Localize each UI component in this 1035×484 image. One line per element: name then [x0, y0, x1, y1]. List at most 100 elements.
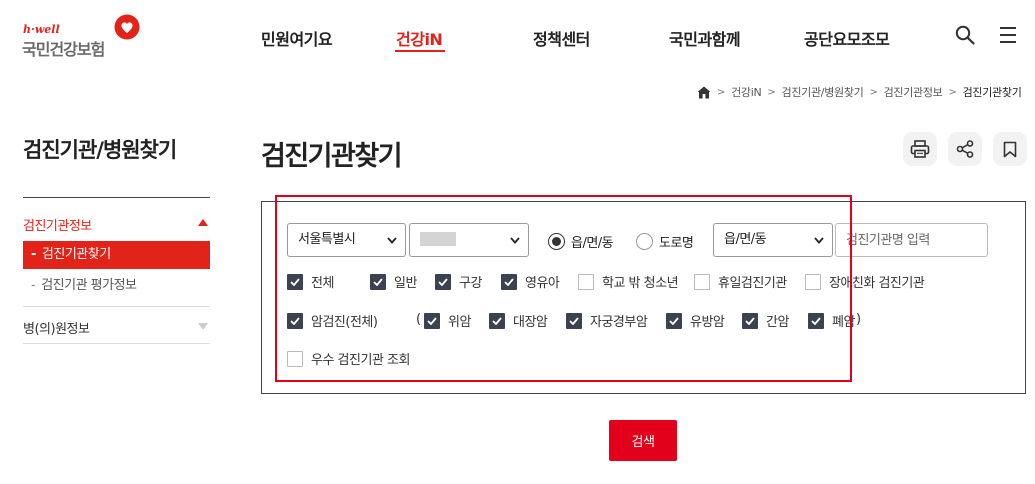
- breadcrumb-item[interactable]: 검진기관정보: [884, 84, 943, 100]
- checkbox-unchecked-icon: [287, 350, 303, 367]
- gnb-item-about[interactable]: 공단요모조모: [804, 26, 890, 50]
- checkbox-type-out-of-school[interactable]: 학교 밖 청소년: [578, 272, 679, 291]
- checkbox-unchecked-icon: [805, 273, 821, 290]
- sidebar-divider: [23, 343, 210, 344]
- sidebar-divider: [23, 306, 210, 307]
- checkbox-checked-icon: [287, 273, 303, 290]
- breadcrumb: > 건강iN > 검진기관/병원찾기 > 검진기관정보 > 검진기관찾기: [697, 84, 1022, 100]
- checkbox-cancer-breast[interactable]: 유방암: [666, 311, 725, 330]
- checkbox-checked-icon: [501, 273, 517, 290]
- gnb-item-together[interactable]: 국민과함께: [669, 26, 741, 50]
- checkbox-checked-icon: [287, 312, 303, 329]
- radio-selected-icon: [548, 233, 565, 250]
- checkbox-label: 영유아: [525, 276, 560, 291]
- breadcrumb-current: 검진기관찾기: [962, 86, 1022, 99]
- checkbox-label: 대장암: [513, 315, 548, 330]
- gnb-active-underline: [395, 50, 445, 52]
- checkbox-excellent-institution[interactable]: 우수 검진기관 조회: [287, 349, 410, 368]
- paren-close: ): [856, 312, 862, 327]
- sidebar-title: 검진기관/병원찾기: [23, 138, 177, 162]
- checkbox-label: 학교 밖 청소년: [602, 276, 679, 291]
- sidebar-item-label: 검진기관찾기: [41, 247, 111, 262]
- logo-tagline: h·well: [23, 23, 60, 36]
- bookmark-button[interactable]: [993, 132, 1027, 166]
- sidebar-item-label: 검진기관 평가정보: [41, 278, 137, 293]
- heart-logo-icon: [114, 14, 140, 40]
- chevron-down-icon: [510, 237, 520, 244]
- checkbox-cancer-liver[interactable]: 간암: [742, 311, 789, 330]
- checkbox-type-all[interactable]: 전체: [287, 272, 334, 291]
- checkbox-label: 폐암: [832, 315, 855, 330]
- checkbox-checked-icon: [566, 312, 582, 329]
- breadcrumb-item[interactable]: 건강iN: [731, 84, 762, 100]
- print-button[interactable]: [903, 132, 937, 166]
- sidebar-group-checkup-info[interactable]: 검진기관정보: [23, 215, 210, 234]
- checkbox-label: 장애친화 검진기관: [829, 276, 925, 291]
- sidebar-group-label: 병(의)원정보: [23, 322, 90, 337]
- institution-name-input[interactable]: [835, 223, 988, 257]
- chevron-right-icon: >: [767, 86, 776, 98]
- triangle-down-icon: [198, 323, 208, 330]
- page-title: 검진기관찾기: [261, 141, 403, 172]
- checkbox-unchecked-icon: [694, 273, 710, 290]
- checkbox-label: 구강: [459, 276, 482, 291]
- chevron-right-icon: >: [869, 86, 878, 98]
- checkbox-label: 간암: [766, 315, 789, 330]
- hamburger-menu-icon[interactable]: [1000, 27, 1017, 43]
- chevron-right-icon: >: [948, 86, 957, 98]
- search-icon[interactable]: [955, 25, 975, 45]
- radio-town[interactable]: 읍/면/동: [548, 232, 614, 251]
- checkbox-cancer-lung[interactable]: 폐암: [808, 311, 855, 330]
- checkbox-checked-icon: [370, 273, 386, 290]
- radio-unselected-icon: [636, 233, 653, 250]
- town-select[interactable]: 읍/면/동: [713, 223, 833, 257]
- share-button[interactable]: [948, 132, 982, 166]
- checkbox-type-holiday[interactable]: 휴일검진기관: [694, 272, 787, 291]
- radio-road[interactable]: 도로명: [636, 232, 694, 251]
- town-select-value: 읍/면/동: [724, 232, 767, 247]
- checkbox-type-oral[interactable]: 구강: [435, 272, 482, 291]
- region-select[interactable]: 서울특별시: [287, 223, 406, 257]
- region-select-value: 서울특별시: [298, 232, 356, 247]
- checkbox-label: 암검진(전체): [311, 315, 378, 330]
- sidebar-group-hospital-info[interactable]: 병(의)원정보: [23, 318, 210, 337]
- checkbox-checked-icon: [666, 312, 682, 329]
- breadcrumb-item[interactable]: 검진기관/병원찾기: [782, 84, 864, 100]
- gnb-item-civil[interactable]: 민원여기요: [261, 26, 333, 50]
- checkbox-cancer-all[interactable]: 암검진(전체): [287, 311, 378, 330]
- checkbox-label: 우수 검진기관 조회: [311, 353, 410, 368]
- radio-label: 읍/면/동: [571, 236, 614, 251]
- checkbox-cancer-colon[interactable]: 대장암: [489, 311, 548, 330]
- checkbox-label: 위암: [448, 315, 471, 330]
- checkbox-type-general[interactable]: 일반: [370, 272, 417, 291]
- checkbox-label: 자궁경부암: [590, 315, 648, 330]
- checkbox-type-disability-friendly[interactable]: 장애친화 검진기관: [805, 272, 925, 291]
- sidebar-item-find-checkup[interactable]: - 검진기관찾기: [23, 241, 210, 269]
- gnb-item-health-in[interactable]: 건강iN: [396, 26, 443, 50]
- checkbox-cancer-stomach[interactable]: 위암: [424, 311, 471, 330]
- redacted-value: [420, 231, 456, 246]
- checkbox-label: 전체: [311, 276, 334, 291]
- checkbox-type-infant[interactable]: 영유아: [501, 272, 560, 291]
- chevron-right-icon: >: [717, 86, 726, 98]
- checkbox-cancer-cervical[interactable]: 자궁경부암: [566, 311, 648, 330]
- checkbox-label: 휴일검진기관: [718, 276, 787, 291]
- district-select[interactable]: [409, 223, 529, 257]
- checkbox-checked-icon: [424, 312, 440, 329]
- share-icon: [956, 140, 974, 158]
- sidebar-top-line: [23, 197, 210, 198]
- checkbox-checked-icon: [435, 273, 451, 290]
- sidebar-group-label: 검진기관정보: [23, 219, 92, 234]
- sidebar-item-evaluation[interactable]: - 검진기관 평가정보: [23, 274, 210, 293]
- nhis-logo[interactable]: h·well 국민건강보험: [22, 14, 147, 59]
- checkbox-label: 일반: [394, 276, 417, 291]
- bookmark-icon: [1003, 141, 1017, 157]
- home-icon[interactable]: [697, 86, 711, 99]
- checkbox-checked-icon: [742, 312, 758, 329]
- search-button[interactable]: 검색: [609, 420, 677, 461]
- logo-org-name: 국민건강보험: [22, 40, 105, 59]
- checkbox-label: 유방암: [690, 315, 725, 330]
- gnb-item-policy[interactable]: 정책센터: [533, 26, 590, 50]
- triangle-up-icon: [198, 219, 208, 226]
- checkbox-checked-icon: [808, 312, 824, 329]
